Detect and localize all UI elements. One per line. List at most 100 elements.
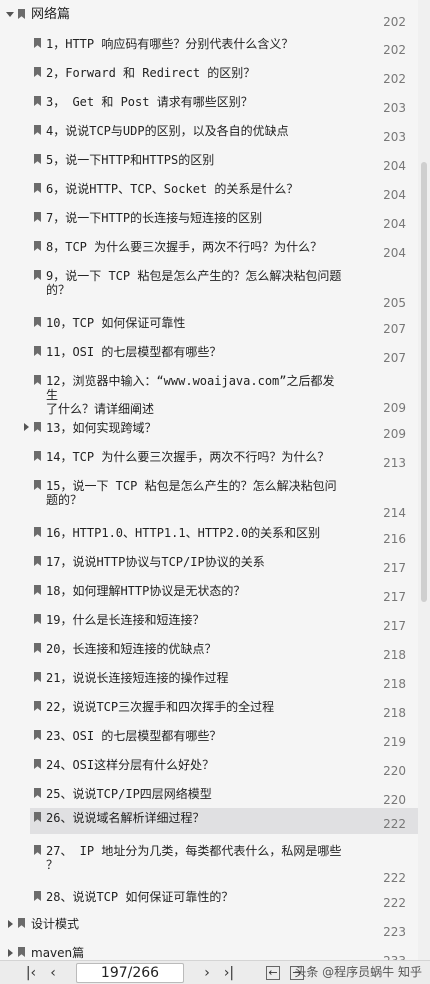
page-number: 219: [383, 735, 406, 749]
bookmark-label: 5，说一下HTTP和HTTPS的区别: [46, 153, 215, 167]
bookmark-item[interactable]: 24、OSI这样分层有什么好处？ 220: [30, 755, 418, 779]
page-number: 220: [383, 793, 406, 807]
bookmark-item[interactable]: 21，说说长连接短连接的操作过程 218: [30, 668, 418, 692]
bookmark-icon: [34, 614, 41, 624]
bookmark-icon: [34, 346, 41, 356]
bookmark-icon: [34, 125, 41, 135]
scrollbar[interactable]: [418, 0, 430, 960]
page-number: 204: [383, 217, 406, 231]
page-number: 217: [383, 590, 406, 604]
page-number: 202: [383, 43, 406, 57]
bookmark-icon: [18, 9, 25, 19]
bookmark-icon: [34, 812, 41, 822]
bookmark-icon: [34, 527, 41, 537]
bookmark-icon: [18, 918, 25, 928]
bookmark-label: 28、说说TCP 如何保证可靠性的？: [46, 890, 234, 904]
chevron-right-icon[interactable]: [24, 423, 29, 431]
bookmark-label: 3， Get 和 Post 请求有哪些区别？: [46, 95, 253, 109]
bookmark-icon: [34, 556, 41, 566]
bookmark-item[interactable]: 27、 IP 地址分为几类，每类都代表什么，私网是哪些 ？ 222: [30, 841, 418, 885]
bookmark-item[interactable]: 2，Forward 和 Redirect 的区别？ 202: [30, 63, 418, 87]
bookmark-icon: [34, 67, 41, 77]
bookmark-icon: [34, 317, 41, 327]
page-number: 213: [383, 456, 406, 470]
last-page-icon[interactable]: ›|: [220, 964, 238, 982]
bookmark-label: 6，说说HTTP、TCP、Socket 的关系是什么？: [46, 182, 299, 196]
bookmark-label: 24、OSI这样分层有什么好处？: [46, 758, 215, 772]
bookmark-item[interactable]: 9，说一下 TCP 粘包是怎么产生的？怎么解决粘包问题 的？ 205: [30, 266, 418, 310]
bookmark-icon: [34, 672, 41, 682]
page-number: 204: [383, 246, 406, 260]
bookmark-item[interactable]: 12，浏览器中输入：“www.woaijava.com”之后都发生 了什么？请详…: [30, 371, 418, 416]
bookmark-label: 20，长连接和短连接的优缺点？: [46, 642, 217, 656]
bookmark-item[interactable]: 23、OSI 的七层模型都有哪些？ 219: [30, 726, 418, 750]
bookmark-item[interactable]: 4，说说TCP与UDP的区别，以及各自的优缺点 203: [30, 121, 418, 145]
bookmark-item[interactable]: 13，如何实现跨域？ 209: [24, 418, 418, 442]
page-number: 207: [383, 322, 406, 336]
bookmark-label: 21，说说长连接短连接的操作过程: [46, 671, 229, 685]
bookmark-item[interactable]: 25、说说TCP/IP四层网络模型 220: [30, 784, 418, 808]
bookmark-item[interactable]: 20，长连接和短连接的优缺点？ 218: [30, 639, 418, 663]
section-title: 设计模式: [31, 917, 80, 931]
chevron-right-icon[interactable]: [8, 920, 13, 928]
bookmark-label: 15，说一下 TCP 粘包是怎么产生的？怎么解决粘包问 题的？: [46, 479, 337, 507]
page-number: 204: [383, 159, 406, 173]
bookmark-label: 25、说说TCP/IP四层网络模型: [46, 787, 212, 801]
back-icon[interactable]: ←: [266, 966, 280, 980]
bookmark-label: 14，TCP 为什么要三次握手，两次不行吗？为什么？: [46, 450, 330, 464]
bookmark-icon: [34, 891, 41, 901]
bookmark-item[interactable]: 11，OSI 的七层模型都有哪些？ 207: [30, 342, 418, 366]
bookmark-item[interactable]: 28、说说TCP 如何保证可靠性的？ 222: [30, 887, 418, 911]
bookmark-item[interactable]: 26、说说域名解析详细过程？ 222: [30, 808, 418, 834]
next-page-icon[interactable]: ›: [198, 964, 216, 982]
bookmarks-panel: 网络篇 202 1，HTTP 响应码有哪些？分别代表什么含义？ 202 2，Forw…: [0, 0, 430, 968]
chevron-right-icon[interactable]: [8, 949, 13, 957]
section-title: 网络篇: [31, 7, 71, 22]
bookmark-icon: [34, 96, 41, 106]
bookmark-item[interactable]: 17，说说HTTP协议与TCP/IP协议的关系 217: [30, 552, 418, 576]
page-number: 218: [383, 706, 406, 720]
bookmark-item[interactable]: 3， Get 和 Post 请求有哪些区别？ 203: [30, 92, 418, 116]
page-number: 202: [383, 72, 406, 86]
bookmark-item[interactable]: 19，什么是长连接和短连接？ 217: [30, 610, 418, 634]
bookmark-label: 12，浏览器中输入：“www.woaijava.com”之后都发生 了什么？请详…: [46, 374, 335, 416]
bookmark-label: 2，Forward 和 Redirect 的区别？: [46, 66, 256, 80]
bookmark-label: 4，说说TCP与UDP的区别，以及各自的优缺点: [46, 124, 289, 138]
bookmark-item[interactable]: 5，说一下HTTP和HTTPS的区别 204: [30, 150, 418, 174]
bookmark-label: 22，说说TCP三次握手和四次挥手的全过程: [46, 700, 275, 714]
page-input[interactable]: 197/266: [76, 963, 184, 983]
bookmark-icon: [34, 183, 41, 193]
prev-page-icon[interactable]: ‹: [44, 964, 62, 982]
chevron-down-icon[interactable]: [6, 12, 14, 17]
scrollbar-thumb[interactable]: [421, 162, 427, 602]
bookmark-label: 26、说说域名解析详细过程？: [46, 811, 205, 825]
bookmark-item[interactable]: 15，说一下 TCP 粘包是怎么产生的？怎么解决粘包问 题的？ 214: [30, 476, 418, 520]
bookmark-item[interactable]: 7，说一下HTTP的长连接与短连接的区别 204: [30, 208, 418, 232]
bookmark-item[interactable]: 10，TCP 如何保证可靠性 207: [30, 313, 418, 337]
page-number: 203: [383, 101, 406, 115]
first-page-icon[interactable]: |‹: [22, 964, 40, 982]
bookmark-icon: [34, 788, 41, 798]
page-number: 209: [383, 427, 406, 441]
page-number: 202: [383, 15, 406, 29]
bookmark-item[interactable]: 16，HTTP1.0、HTTP1.1、HTTP2.0的关系和区别 216: [30, 523, 418, 547]
bookmark-item[interactable]: 1，HTTP 响应码有哪些？分别代表什么含义？ 202: [30, 34, 418, 58]
bookmark-label: 13，如何实现跨域？: [46, 421, 157, 435]
section-network[interactable]: 网络篇 202: [0, 6, 418, 30]
bookmark-icon: [34, 154, 41, 164]
section-title: maven篇: [31, 946, 85, 960]
page-number: 209: [383, 401, 406, 415]
page-number: 222: [383, 871, 406, 885]
bookmark-item[interactable]: 14，TCP 为什么要三次握手，两次不行吗？为什么？ 213: [30, 447, 418, 471]
bookmark-label: 27、 IP 地址分为几类，每类都代表什么，私网是哪些 ？: [46, 844, 342, 872]
page-number: 222: [383, 817, 406, 831]
bookmark-label: 23、OSI 的七层模型都有哪些？: [46, 729, 222, 743]
section-item[interactable]: 设计模式 223: [0, 913, 418, 939]
bookmark-item[interactable]: 18，如何理解HTTP协议是无状态的？ 217: [30, 581, 418, 605]
bookmark-item[interactable]: 8，TCP 为什么要三次握手，两次不行吗？为什么？ 204: [30, 237, 418, 261]
bookmark-label: 18，如何理解HTTP协议是无状态的？: [46, 584, 246, 598]
bookmark-item[interactable]: 22，说说TCP三次握手和四次挥手的全过程 218: [30, 697, 418, 721]
bookmark-item[interactable]: 6，说说HTTP、TCP、Socket 的关系是什么？ 204: [30, 179, 418, 203]
page-number: 220: [383, 764, 406, 778]
bookmark-icon: [34, 701, 41, 711]
